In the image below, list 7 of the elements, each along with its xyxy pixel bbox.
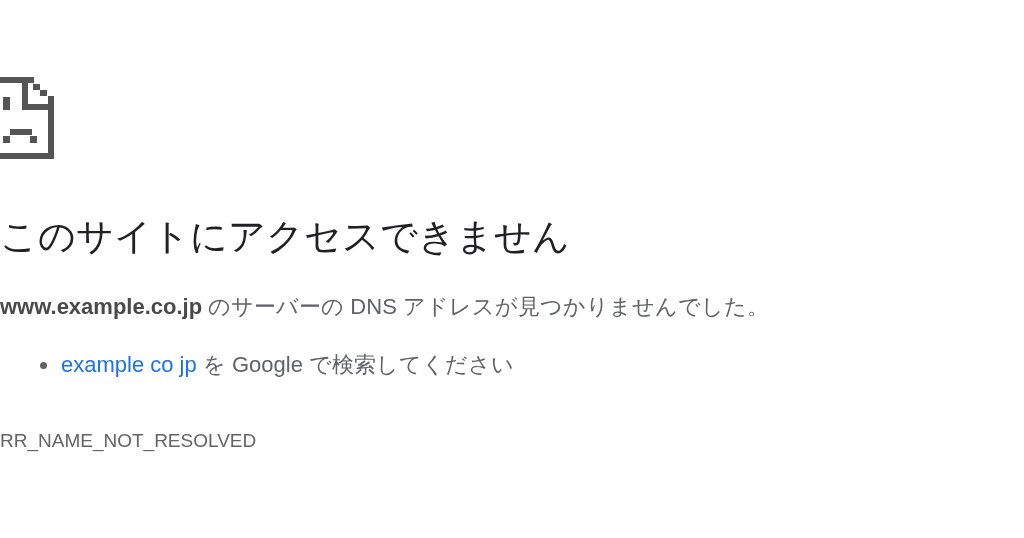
suggestion-text: example co jp を Google で検索してください [61,351,515,379]
error-message: www.example.co.jp のサーバーの DNS アドレスが見つかりませんでした。 [0,293,769,321]
search-link[interactable]: example co jp [61,352,197,377]
bullet-icon [40,361,47,369]
error-heading: このサイトにアクセスできません [0,215,570,259]
sad-page-icon [0,77,54,159]
error-code: RR_NAME_NOT_RESOLVED [0,429,257,453]
